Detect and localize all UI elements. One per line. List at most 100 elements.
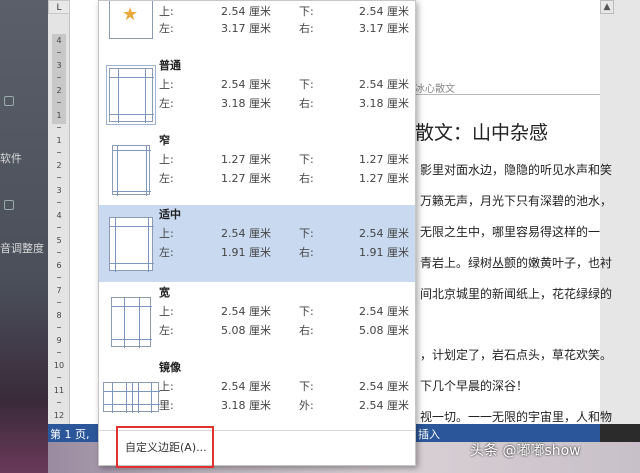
document-line: ，计划定了，岩石点头，草花欢笑。	[420, 348, 613, 362]
margin-value: 2.54 厘米	[221, 305, 271, 318]
ruler-tick	[57, 127, 61, 128]
ruler-tick	[57, 77, 61, 78]
watermark: 头条 @嘟嘟show	[470, 443, 581, 459]
margin-value: 1.27 厘米	[221, 153, 271, 166]
margin-value: 2.54 厘米	[359, 78, 409, 91]
margin-label: 左:	[159, 324, 174, 337]
ruler-number: 4	[56, 36, 62, 45]
margin-value: 2.54 厘米	[359, 227, 409, 240]
document-line: 间北京城里的新闻纸上，花花绿绿的	[420, 287, 613, 301]
ruler-number: 8	[56, 311, 62, 320]
margin-value: 1.91 厘米	[359, 246, 409, 259]
margin-label: 右:	[299, 324, 314, 337]
margin-value: 3.18 厘米	[359, 97, 409, 110]
ruler-tick	[57, 352, 61, 353]
margin-label: 上:	[159, 78, 174, 91]
document-line: 万籁无声，月光下只有深碧的池水，	[420, 194, 613, 208]
page-indicator[interactable]: 第 1 页,	[50, 426, 90, 442]
margin-label: 下:	[299, 78, 314, 91]
ruler-tick	[57, 277, 61, 278]
document-line: 影里对面水边，隐隐的听见水声和笑	[420, 163, 613, 177]
margin-value: 1.27 厘米	[359, 153, 409, 166]
insert-mode-indicator[interactable]: 插入	[418, 426, 440, 442]
ruler-tick	[57, 252, 61, 253]
margin-preset-2[interactable]: 窄上: 1.27 厘米 下: 1.27 厘米 左: 1.27 厘米 右: 1.27 厘米	[99, 131, 415, 208]
ruler-number: 3	[56, 186, 62, 195]
margin-label: 上:	[159, 380, 174, 393]
margin-label: 下:	[299, 305, 314, 318]
document-line: 无限之生中，哪里容易得这样的一	[420, 225, 601, 239]
ruler-number: 1	[56, 136, 62, 145]
background-text: 软件	[0, 152, 22, 165]
page-thumbnail-icon: ★	[109, 1, 153, 39]
speaker-icon	[4, 200, 14, 210]
ruler-number: 11	[53, 386, 65, 395]
margin-value: 5.08 厘米	[359, 324, 409, 337]
highlight-box	[116, 426, 214, 468]
ruler-tick	[57, 152, 61, 153]
tab-selector[interactable]: L	[48, 0, 70, 14]
margins-dropdown: ★ 上: 2.54 厘米 下: 2.54 厘米 左: 3.17 厘米 右: 3.…	[98, 0, 416, 466]
margin-preset-last-custom[interactable]: ★ 上: 2.54 厘米 下: 2.54 厘米 左: 3.17 厘米 右: 3.…	[99, 1, 415, 56]
background-text: 音调整度	[0, 242, 44, 255]
ruler-tick	[57, 327, 61, 328]
margin-value: 1.27 厘米	[359, 172, 409, 185]
ruler-tick	[57, 227, 61, 228]
page-margin-icon	[103, 382, 160, 413]
margin-label: 右:	[299, 172, 314, 185]
margin-preset-name: 普通	[159, 59, 181, 72]
margin-label: 上:	[159, 227, 174, 240]
vertical-ruler[interactable]: 4 3 2 1 1 2 3 4 5 6 7 8 9 10 11 12	[48, 14, 70, 428]
margin-label: 外:	[299, 399, 314, 412]
margin-preset-1[interactable]: 普通 上: 2.54 厘米 下: 2.54 厘米 左: 3.18 厘米 右: 3.18 厘米	[99, 56, 415, 133]
ruler-number: 6	[56, 261, 62, 270]
document-line: 青岩上。绿树丛颤的嫩黄叶子，也衬	[420, 256, 613, 270]
margin-preset-4[interactable]: 宽上: 2.54 厘米 下: 2.54 厘米 左: 5.08 厘米 右: 5.08 厘米	[99, 283, 415, 360]
ruler-number: 2	[56, 86, 62, 95]
margin-preset-name: 镜像	[159, 361, 181, 374]
ruler-tick	[57, 52, 61, 53]
margin-value: 1.91 厘米	[221, 246, 271, 259]
margin-preset-name: 窄	[159, 134, 170, 147]
margin-value: 2.54 厘米	[221, 227, 271, 240]
margin-value: 2.54 厘米	[359, 305, 409, 318]
margin-label: 左:	[159, 172, 174, 185]
ruler-tick	[57, 377, 61, 378]
ruler-tick	[57, 202, 61, 203]
margin-preset-name: 宽	[159, 286, 170, 299]
document-header: 冰心散文	[415, 84, 455, 95]
margin-preset-3[interactable]: 适中上: 2.54 厘米 下: 2.54 厘米左: 1.91 厘米 右: 1.91 厘米	[99, 205, 415, 282]
margin-label: 下:	[299, 380, 314, 393]
margin-label: 下:	[299, 227, 314, 240]
page-margin-icon	[109, 217, 154, 272]
margin-value: 2.54 厘米	[221, 78, 271, 91]
ruler-number: 9	[56, 336, 62, 345]
ruler-number: 12	[53, 411, 65, 420]
margin-value: 2.54 厘米	[221, 380, 271, 393]
margin-value: 2.54 厘米	[359, 399, 409, 412]
page-margin-icon	[106, 65, 156, 125]
document-title: 散文：山中杂感	[415, 122, 549, 144]
margin-label: 右:	[299, 246, 314, 259]
margin-value: 3.18 厘米	[221, 399, 271, 412]
margin-label: 右:	[299, 97, 314, 110]
margin-value: 1.27 厘米	[221, 172, 271, 185]
ruler-number: 10	[53, 361, 65, 370]
margin-label: 下:	[299, 153, 314, 166]
margin-preset-5[interactable]: 镜像 上: 2.54 厘米 下: 2.54 厘米 里: 3.18 厘米 外: 2.54 厘米	[99, 358, 415, 435]
ruler-number: 5	[56, 236, 62, 245]
margin-label: 左:	[159, 246, 174, 259]
margin-label: 上:	[159, 153, 174, 166]
ruler-number: 1	[56, 111, 62, 120]
ruler-tick	[57, 402, 61, 403]
ruler-number: 2	[56, 161, 62, 170]
margin-value: 3.18 厘米	[221, 97, 271, 110]
ruler-tick	[57, 302, 61, 303]
document-line: 视一切。一一无限的宇宙里，人和物	[420, 410, 613, 424]
ruler-number: 3	[56, 61, 62, 70]
scrollbar-corner[interactable]: ▲	[600, 0, 614, 14]
desktop-background: 软件 音调整度	[0, 0, 48, 473]
ruler-tick	[57, 177, 61, 178]
page-margin-icon	[112, 145, 151, 196]
margin-preset-name: 适中	[159, 208, 181, 221]
